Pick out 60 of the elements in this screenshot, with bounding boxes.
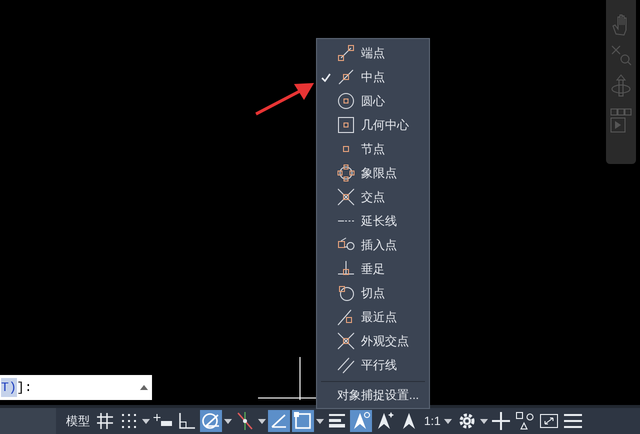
caret-icon: [258, 418, 266, 424]
fullscreen-icon: [538, 411, 559, 431]
status-toggle[interactable]: [514, 410, 536, 432]
small-square-icon: [343, 146, 349, 152]
dashed-line-icon: [337, 220, 355, 222]
status-toggle[interactable]: [350, 410, 372, 432]
snap-menu-item[interactable]: 平行线: [317, 353, 429, 377]
dot-grid-icon: [119, 411, 139, 431]
line-square-icon: [337, 308, 355, 326]
cross-square-icon: [337, 188, 355, 206]
cross-square-icon: [337, 332, 355, 350]
snap-menu-item[interactable]: 外观交点: [317, 329, 429, 353]
status-toggle[interactable]: [268, 410, 290, 432]
status-label[interactable]: 1:1: [424, 412, 441, 430]
status-label[interactable]: 模型: [66, 412, 90, 430]
line-squares-icon: [337, 44, 355, 62]
circle-dot-icon: [337, 92, 355, 110]
menu-icon: [562, 411, 583, 431]
snap-menu-item[interactable]: 垂足: [317, 257, 429, 281]
snap-menu-item[interactable]: 端点: [317, 41, 429, 65]
perpendicular-icon: [337, 260, 355, 278]
angle-icon: [177, 411, 197, 431]
caret-icon: [444, 418, 452, 424]
annotation-person-icon: [351, 411, 371, 431]
circle-angle-icon: [201, 411, 221, 431]
status-toggle[interactable]: [490, 410, 512, 432]
status-toggle[interactable]: [94, 410, 116, 432]
snap-menu-item[interactable]: 插入点: [317, 233, 429, 257]
snap-menu-item[interactable]: 节点: [317, 137, 429, 161]
snap-menu-item[interactable]: 中点: [317, 65, 429, 89]
grid-icon: [95, 411, 115, 431]
plus-icon: [490, 411, 511, 431]
pointer-arrow: [254, 80, 316, 116]
status-toggle[interactable]: [200, 410, 222, 432]
caret-icon: [224, 418, 232, 424]
caret-icon: [316, 418, 324, 424]
command-option[interactable]: T): [1, 378, 17, 398]
snap-menu-item[interactable]: 切点: [317, 281, 429, 305]
settings-icon: [456, 411, 477, 431]
snap-menu-item[interactable]: 最近点: [317, 305, 429, 329]
caret-icon: [480, 418, 488, 424]
diamond-circle-icon: [337, 164, 355, 182]
snap-menu-item[interactable]: 象限点: [317, 161, 429, 185]
crosshair-cursor: [258, 357, 316, 400]
parallel-lines-icon: [337, 356, 355, 374]
line-square-icon: [337, 68, 355, 86]
snap-menu-item[interactable]: 交点: [317, 185, 429, 209]
snap-menu-item[interactable]: 几何中心: [317, 113, 429, 137]
caret-up-icon[interactable]: [140, 385, 148, 390]
snap-settings-item[interactable]: 对象捕捉设置...: [317, 382, 429, 408]
annotation-star-icon: [375, 411, 395, 431]
crossed-lines-icon: [235, 411, 255, 431]
status-toggle[interactable]: [292, 410, 314, 432]
snap-menu-item[interactable]: 圆心: [317, 89, 429, 113]
layout-tab-area: [0, 408, 56, 434]
command-prompt: ]:: [16, 378, 32, 397]
snap-menu-item[interactable]: 延长线: [317, 209, 429, 233]
square-snap-icon: [293, 411, 313, 431]
caret-icon: [142, 418, 150, 424]
shapes-icon: [514, 411, 535, 431]
